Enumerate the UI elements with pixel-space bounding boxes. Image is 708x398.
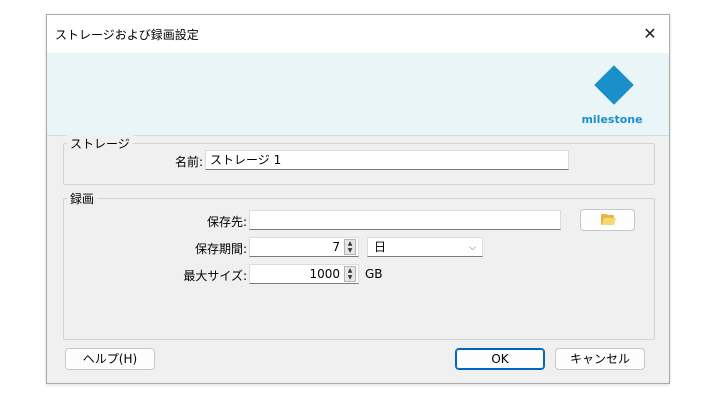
- browse-button[interactable]: [580, 209, 635, 231]
- max-size-unit: GB: [365, 267, 383, 281]
- retention-spinner[interactable]: ▲ ▼: [344, 239, 356, 255]
- storage-recording-settings-dialog: ストレージおよび録画設定 ✕ milestone ストレージ 名前: ストレージ…: [46, 14, 670, 384]
- name-label: 名前:: [174, 155, 203, 169]
- milestone-diamond-icon: [594, 65, 634, 105]
- storage-name-input[interactable]: ストレージ 1: [205, 150, 569, 170]
- cancel-button[interactable]: キャンセル: [555, 348, 645, 370]
- storage-group-label: ストレージ: [67, 135, 133, 152]
- max-size-label: 最大サイズ:: [183, 269, 247, 283]
- close-button[interactable]: ✕: [637, 21, 663, 47]
- milestone-logo-text: milestone: [581, 113, 643, 126]
- retention-unit-value: 日: [374, 240, 387, 254]
- chevron-down-icon: ⌵: [469, 243, 476, 253]
- retention-period-input[interactable]: 7: [249, 237, 359, 257]
- ok-button[interactable]: OK: [455, 348, 545, 370]
- folder-open-icon: [600, 214, 616, 225]
- retention-spinner-down[interactable]: ▼: [345, 247, 355, 254]
- help-button[interactable]: ヘルプ(H): [65, 348, 155, 370]
- max-size-spinner[interactable]: ▲ ▼: [344, 266, 356, 282]
- path-label: 保存先:: [206, 215, 247, 229]
- header-banner: milestone: [47, 53, 669, 136]
- retention-spinner-up[interactable]: ▲: [345, 240, 355, 247]
- max-size-input[interactable]: 1000: [249, 264, 359, 284]
- max-size-spinner-up[interactable]: ▲: [345, 267, 355, 274]
- dialog-title: ストレージおよび録画設定: [55, 28, 199, 42]
- retention-unit-select[interactable]: 日 ⌵: [367, 237, 483, 257]
- max-size-spinner-down[interactable]: ▼: [345, 274, 355, 281]
- storage-path-input[interactable]: [249, 210, 561, 230]
- retention-label: 保存期間:: [194, 242, 247, 256]
- title-bar: ストレージおよび録画設定 ✕: [47, 15, 669, 53]
- recording-group-label: 録画: [67, 190, 98, 207]
